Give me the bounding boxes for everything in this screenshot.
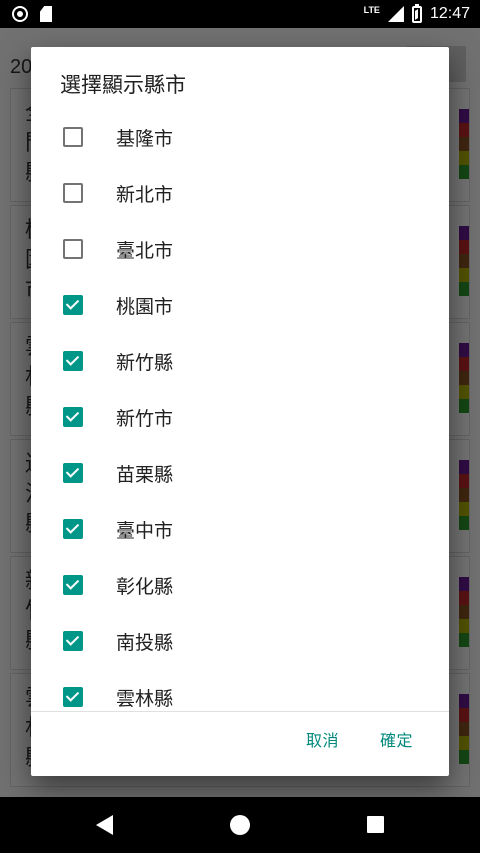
status-bar: LTE 12:47 [0,0,480,28]
city-select-dialog: 選擇顯示縣市 基隆市新北市臺北市桃園市新竹縣新竹市苗栗縣臺中市彰化縣南投縣雲林縣… [31,47,449,776]
city-option-label: 桃園市 [116,295,174,318]
city-option-label: 苗栗縣 [116,463,174,486]
city-option[interactable]: 臺中市 [31,501,449,557]
battery-charging-icon [411,3,422,23]
network-type-label: LTE [363,5,380,15]
dialog-title: 選擇顯示縣市 [60,73,186,97]
city-option[interactable]: 南投縣 [31,613,449,669]
checked-checkbox-icon[interactable] [63,575,83,595]
city-option[interactable]: 新北市 [31,165,449,221]
dialog-divider [31,711,449,712]
city-option-list[interactable]: 基隆市新北市臺北市桃園市新竹縣新竹市苗栗縣臺中市彰化縣南投縣雲林縣 [31,109,449,711]
signal-icon [387,6,404,22]
unchecked-checkbox-icon[interactable] [63,127,83,147]
city-option-label: 新北市 [116,183,174,206]
city-option[interactable]: 桃園市 [31,277,449,333]
clock: 12:47 [429,5,470,22]
city-option-label: 新竹縣 [116,351,174,374]
checked-checkbox-icon[interactable] [63,687,83,707]
home-icon[interactable] [230,815,250,835]
city-option[interactable]: 苗栗縣 [31,445,449,501]
unchecked-checkbox-icon[interactable] [63,239,83,259]
ok-button[interactable]: 確定 [380,727,413,751]
city-option[interactable]: 新竹市 [31,389,449,445]
city-option-label: 新竹市 [116,407,174,430]
cancel-button[interactable]: 取消 [306,727,339,751]
checked-checkbox-icon[interactable] [63,519,83,539]
recent-apps-icon[interactable] [367,816,384,833]
city-option[interactable]: 基隆市 [31,109,449,165]
city-option[interactable]: 臺北市 [31,221,449,277]
city-option[interactable]: 新竹縣 [31,333,449,389]
city-option[interactable]: 彰化縣 [31,557,449,613]
city-option-label: 基隆市 [116,127,174,150]
city-option-label: 臺北市 [116,239,174,262]
navigation-bar [0,797,480,853]
checked-checkbox-icon[interactable] [63,407,83,427]
city-option-label: 臺中市 [116,519,174,542]
city-option-label: 彰化縣 [116,575,174,598]
checked-checkbox-icon[interactable] [63,631,83,651]
back-icon[interactable] [96,815,113,835]
sd-card-icon [40,6,52,22]
unchecked-checkbox-icon[interactable] [63,183,83,203]
checked-checkbox-icon[interactable] [63,351,83,371]
city-option-label: 南投縣 [116,631,174,654]
city-option-label: 雲林縣 [116,687,174,710]
checked-checkbox-icon[interactable] [63,463,83,483]
checked-checkbox-icon[interactable] [63,295,83,315]
city-option[interactable]: 雲林縣 [31,669,449,711]
notification-circle-icon [12,6,28,22]
